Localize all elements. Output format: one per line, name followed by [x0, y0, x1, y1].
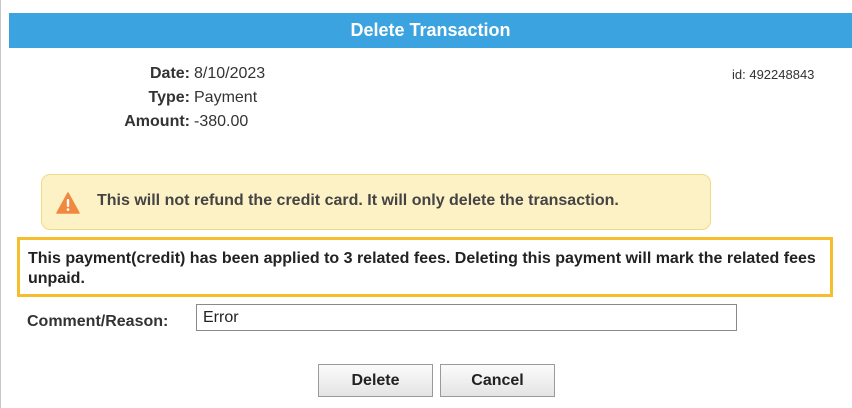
- type-label: Type:: [148, 89, 190, 106]
- date-value: 8/10/2023: [194, 65, 266, 82]
- related-fees-notice: This payment(credit) has been applied to…: [17, 237, 833, 297]
- delete-button[interactable]: Delete: [318, 364, 433, 397]
- refund-warning-banner: This will not refund the credit card. It…: [41, 174, 711, 230]
- dialog-title-bar: Delete Transaction: [9, 13, 852, 48]
- transaction-id: id: 492248843: [732, 67, 815, 82]
- related-fees-notice-text: This payment(credit) has been applied to…: [28, 250, 816, 287]
- amount-value: -380.00: [194, 113, 249, 130]
- type-value: Payment: [194, 89, 258, 106]
- comment-reason-label: Comment/Reason:: [27, 313, 169, 330]
- dialog-left-border: [0, 0, 1, 408]
- dialog-title: Delete Transaction: [350, 20, 511, 40]
- cancel-button[interactable]: Cancel: [440, 364, 555, 397]
- warning-triangle-icon: [56, 192, 80, 214]
- date-label: Date:: [149, 65, 190, 82]
- amount-label: Amount:: [124, 113, 190, 130]
- refund-warning-text: This will not refund the credit card. It…: [97, 192, 619, 209]
- comment-reason-input[interactable]: [196, 304, 737, 331]
